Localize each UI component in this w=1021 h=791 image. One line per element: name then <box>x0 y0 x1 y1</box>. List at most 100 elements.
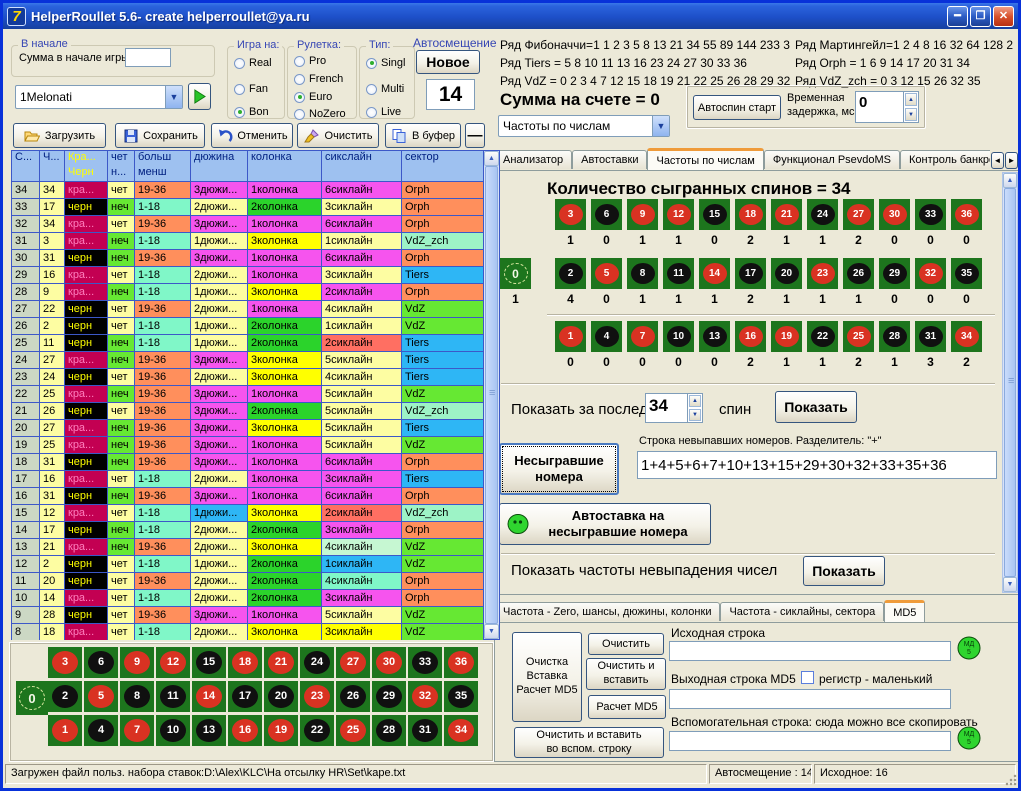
radio-nozero[interactable]: NoZero <box>294 108 346 120</box>
table-row[interactable]: 289кра...неч1-181дюжи...3колонка2сиклайн… <box>12 283 484 300</box>
board-cell[interactable]: 1 <box>48 715 82 746</box>
board-cell[interactable]: 23 <box>300 681 334 712</box>
frequency-number-cell[interactable]: 20 <box>771 258 802 289</box>
frequency-number-cell[interactable]: 26 <box>843 258 874 289</box>
frequency-number-cell[interactable]: 35 <box>951 258 982 289</box>
board-cell[interactable]: 26 <box>336 681 370 712</box>
table-row[interactable]: 928чернчет19-363дюжи...1колонка5сиклайнV… <box>12 606 484 623</box>
autobet-unplayed-button[interactable]: Автоставка на несыгравшие номера <box>499 503 711 545</box>
delay-spinner[interactable]: 0 ▲▼ <box>855 91 919 123</box>
board-cell[interactable]: 22 <box>300 715 334 746</box>
radio-multi[interactable]: Multi <box>366 83 404 95</box>
board-cell[interactable]: 12 <box>156 647 190 678</box>
md5-calc-icon[interactable]: МД5 <box>956 635 982 666</box>
md5-aux-input[interactable] <box>669 731 951 751</box>
spin-down-icon[interactable]: ▼ <box>689 409 701 421</box>
frequency-number-cell[interactable]: 17 <box>735 258 766 289</box>
tab-main-2[interactable]: Автоставки <box>572 150 647 169</box>
frequency-number-cell[interactable]: 23 <box>807 258 838 289</box>
board-zero-cell[interactable]: 0 <box>16 681 48 715</box>
frequency-number-cell[interactable]: 4 <box>591 321 622 352</box>
tab-scroll-left-icon[interactable]: ◄ <box>991 152 1004 169</box>
board-cell[interactable]: 20 <box>264 681 298 712</box>
toolbar-minus-button[interactable]: — <box>465 123 485 148</box>
board-cell[interactable]: 4 <box>84 715 118 746</box>
board-cell[interactable]: 21 <box>264 647 298 678</box>
frequency-number-cell[interactable]: 22 <box>807 321 838 352</box>
scroll-up-icon[interactable]: ▲ <box>1003 173 1017 188</box>
frequency-number-cell[interactable]: 13 <box>699 321 730 352</box>
board-cell[interactable]: 24 <box>300 647 334 678</box>
radio-singl[interactable]: Singl <box>366 57 405 69</box>
board-cell[interactable]: 31 <box>408 715 442 746</box>
table-row[interactable]: 313кра...неч1-181дюжи...3колонка1сиклайн… <box>12 232 484 249</box>
table-row[interactable]: 2511черннеч1-181дюжи...2колонка2сиклайнT… <box>12 334 484 351</box>
board-cell[interactable]: 9 <box>120 647 154 678</box>
frequency-number-cell[interactable]: 21 <box>771 199 802 230</box>
board-cell[interactable]: 36 <box>444 647 478 678</box>
table-row[interactable]: 1120чернчет19-362дюжи...2колонка4сиклайн… <box>12 572 484 589</box>
new-button[interactable]: Новое <box>416 50 480 74</box>
radio-pro[interactable]: Pro <box>294 55 326 67</box>
board-cell[interactable]: 35 <box>444 681 478 712</box>
table-row[interactable]: 2324чернчет19-362дюжи...3колонка4сиклайн… <box>12 368 484 385</box>
table-row[interactable]: 1512кра...чет1-181дюжи...3колонка2сиклай… <box>12 504 484 521</box>
maximize-button[interactable]: ❒ <box>970 6 991 27</box>
frequency-number-cell[interactable]: 34 <box>951 321 982 352</box>
toolbar-open-folder-button[interactable]: Загрузить <box>13 123 106 148</box>
table-row[interactable]: 2225кра...неч19-363дюжи...1колонка5сикла… <box>12 385 484 402</box>
frequency-number-cell[interactable]: 2 <box>555 258 586 289</box>
resize-grip[interactable] <box>1004 773 1017 786</box>
frequency-number-cell[interactable]: 19 <box>771 321 802 352</box>
md5-output-input[interactable] <box>669 689 951 709</box>
frequency-number-cell[interactable]: 14 <box>699 258 730 289</box>
frequency-number-cell[interactable]: 29 <box>879 258 910 289</box>
tab-scroll-right-icon[interactable]: ► <box>1005 152 1018 169</box>
table-row[interactable]: 2722чернчет19-362дюжи...1колонка4сиклайн… <box>12 300 484 317</box>
board-cell[interactable]: 11 <box>156 681 190 712</box>
table-row[interactable]: 1417черннеч1-182дюжи...2колонка3сиклайнO… <box>12 521 484 538</box>
board-cell[interactable]: 28 <box>372 715 406 746</box>
frequency-number-cell[interactable]: 3 <box>555 199 586 230</box>
minimize-button[interactable]: ━ <box>947 6 968 27</box>
profile-combobox[interactable]: 1Melonati ▼ <box>15 85 183 109</box>
chevron-down-icon[interactable]: ▼ <box>652 116 669 136</box>
tab-main-1[interactable]: Анализатор <box>494 150 572 169</box>
frequency-number-cell[interactable]: 7 <box>627 321 658 352</box>
frequency-number-cell[interactable]: 32 <box>915 258 946 289</box>
table-row[interactable]: 1925кра...неч19-363дюжи...1колонка5сикла… <box>12 436 484 453</box>
mode-combobox[interactable]: Частоты по числам ▼ <box>498 115 670 137</box>
table-row[interactable]: 3031черннеч19-363дюжи...1колонка6сиклайн… <box>12 249 484 266</box>
start-sum-input[interactable] <box>125 48 171 67</box>
board-cell[interactable]: 16 <box>228 715 262 746</box>
show-button[interactable]: Показать <box>775 391 857 423</box>
table-row[interactable]: 1321кра...неч19-362дюжи...3колонка4сикла… <box>12 538 484 555</box>
md5-clear-button[interactable]: Очистить <box>588 633 664 655</box>
radio-french[interactable]: French <box>294 73 343 85</box>
table-row[interactable]: 1014кра...чет1-182дюжи...2колонка3сиклай… <box>12 589 484 606</box>
board-cell[interactable]: 29 <box>372 681 406 712</box>
table-row[interactable]: 262чернчет1-181дюжи...2колонка1сиклайнVd… <box>12 317 484 334</box>
show-last-spinner[interactable]: 34 ▲▼ <box>645 393 703 423</box>
board-cell[interactable]: 25 <box>336 715 370 746</box>
spin-up-icon[interactable]: ▲ <box>905 93 917 106</box>
table-row[interactable]: 1716кра...чет1-182дюжи...1колонка3сиклай… <box>12 470 484 487</box>
table-row[interactable]: 2427кра...неч19-363дюжи...3колонка5сикла… <box>12 351 484 368</box>
tab-main-4[interactable]: Функционал PsevdoMS <box>764 150 900 169</box>
board-cell[interactable]: 10 <box>156 715 190 746</box>
chevron-down-icon[interactable]: ▼ <box>165 86 182 108</box>
board-cell[interactable]: 7 <box>120 715 154 746</box>
scrollbar-thumb[interactable] <box>485 166 498 624</box>
board-cell[interactable]: 32 <box>408 681 442 712</box>
board-cell[interactable]: 2 <box>48 681 82 712</box>
frequency-number-cell[interactable]: 11 <box>663 258 694 289</box>
frequency-number-cell[interactable]: 28 <box>879 321 910 352</box>
frequency-number-cell[interactable]: 30 <box>879 199 910 230</box>
md5-clear-paste-aux-button[interactable]: Очистить и вставить во вспом. строку <box>514 727 664 758</box>
scroll-down-icon[interactable]: ▼ <box>484 624 499 639</box>
spin-up-icon[interactable]: ▲ <box>689 395 701 407</box>
board-cell[interactable]: 17 <box>228 681 262 712</box>
frequency-number-cell[interactable]: 10 <box>663 321 694 352</box>
title-bar[interactable]: 7 HelperRoullet 5.6- create helperroulle… <box>3 3 1018 29</box>
board-cell[interactable]: 18 <box>228 647 262 678</box>
